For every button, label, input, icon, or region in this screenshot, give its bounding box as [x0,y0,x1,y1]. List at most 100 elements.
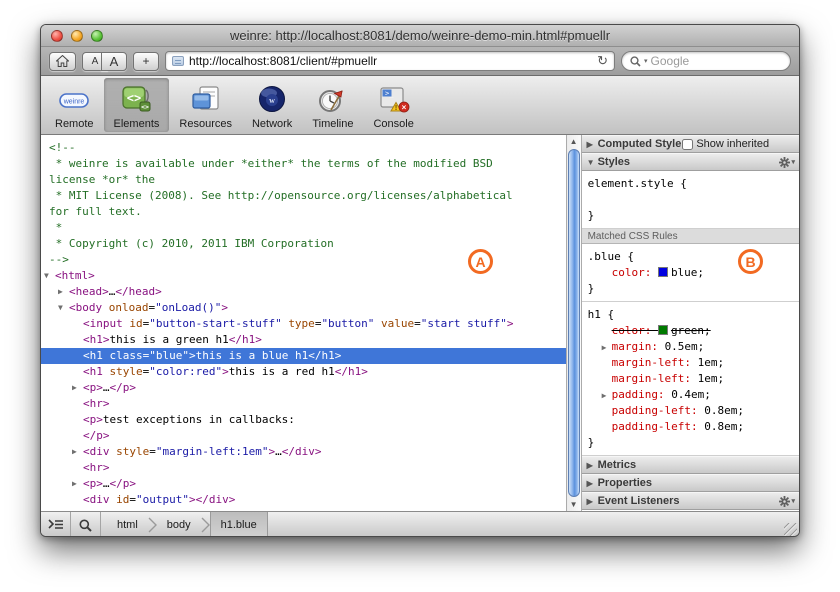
property-disclosure-icon[interactable]: ▶ [602,388,612,404]
scrollbar-thumb[interactable] [568,149,580,497]
tree-node[interactable]: <h1>this is a green h1</h1> [41,332,566,348]
color-swatch[interactable] [658,325,668,335]
scroll-up-icon[interactable]: ▲ [567,137,581,146]
node-text: "start stuff" [421,317,507,330]
collapsed-disclosure-icon[interactable]: ▶ [587,140,598,149]
css-property[interactable]: padding-left: 0.8em; [588,419,795,435]
section-computed-style[interactable]: ▶ Computed Style Show inherited [582,135,799,153]
tree-node[interactable]: ▼<body onload="onLoad()"> [41,300,566,316]
rule-empty-line[interactable] [588,192,795,208]
collapsed-disclosure-icon[interactable]: ▶ [587,479,598,488]
expanded-disclosure-icon[interactable]: ▼ [587,158,598,167]
rule-selector[interactable]: element.style { [588,176,795,192]
disclosure-right-icon[interactable]: ▶ [72,476,83,492]
toolbar-item-elements[interactable]: <> <> Elements [104,78,170,132]
inspect-element-button[interactable] [71,512,101,537]
breadcrumb-body[interactable]: body [157,512,201,537]
css-property[interactable]: color: blue; [588,265,795,281]
tree-scrollbar[interactable]: ▲ ▼ [566,135,582,511]
node-text: = [149,445,156,458]
reload-icon[interactable]: ↻ [597,53,608,69]
minimize-window-button[interactable] [71,30,83,42]
styles-gear-menu[interactable]: ▾ [779,157,795,168]
toolbar-item-network[interactable]: w Network [242,78,302,132]
element-style-rule[interactable]: element.style { } [582,171,799,229]
tree-comment-line[interactable]: * MIT License (2008). See http://opensou… [41,188,566,204]
tree-comment-line[interactable]: * [41,220,566,236]
property-text: padding-left: 0.8em; [612,420,744,433]
tree-node[interactable]: ▶<p>…</p> [41,476,566,492]
section-label: Computed Style [598,138,682,150]
scroll-down-icon[interactable]: ▼ [567,500,581,509]
disclosure-down-icon[interactable]: ▼ [58,300,69,316]
titlebar[interactable]: weinre: http://localhost:8081/demo/weinr… [41,25,799,47]
tree-comment-line[interactable]: <!-- [41,140,566,156]
rule-selector[interactable]: .blue { [588,249,795,265]
breadcrumb-h1-blue[interactable]: h1.blue [210,512,268,537]
tree-comment-line[interactable]: for full text. [41,204,566,220]
css-property[interactable]: padding-left: 0.8em; [588,403,795,419]
css-property[interactable]: margin-left: 1em; [588,371,795,387]
tree-node[interactable]: <p>test exceptions in callbacks: [41,412,566,428]
event-listeners-gear-menu[interactable]: ▾ [779,496,795,507]
color-swatch[interactable] [658,267,668,277]
browser-window: weinre: http://localhost:8081/demo/weinr… [40,24,800,537]
collapsed-disclosure-icon[interactable]: ▶ [587,497,598,506]
rule-selector[interactable]: h1 { [588,307,795,323]
console-icon: >_ ! × [378,84,410,116]
property-text: margin: 0.5em; [612,340,705,353]
close-window-button[interactable] [51,30,63,42]
toolbar-item-resources[interactable]: Resources [169,78,242,132]
tree-comment-line[interactable]: * weinre is available under *either* the… [41,156,566,172]
dom-tree: <!-- * weinre is available under *either… [41,135,566,511]
address-bar[interactable]: http://localhost:8081/client/#pmuellr ↻ [165,51,615,71]
tree-comment-line[interactable]: * Copyright (c) 2010, 2011 IBM Corporati… [41,236,566,252]
css-rule[interactable]: h1 {color: green;▶margin: 0.5em;margin-l… [582,302,799,456]
tree-node[interactable]: ▶<div style="margin-left:1em">…</div> [41,444,566,460]
resize-grip[interactable] [784,523,797,536]
css-property[interactable]: color: green; [588,323,795,339]
toolbar-item-timeline[interactable]: Timeline [302,78,363,132]
home-button[interactable] [49,52,76,71]
address-bar-url[interactable]: http://localhost:8081/client/#pmuellr [189,54,592,68]
tree-comment-line[interactable]: license *or* the [41,172,566,188]
property-disclosure-icon[interactable]: ▶ [602,340,612,356]
tree-node[interactable]: <h1 class="blue">this is a blue h1</h1> [41,348,566,364]
property-text: color: blue; [612,266,704,279]
show-inherited-checkbox[interactable] [682,139,693,150]
disclosure-down-icon[interactable]: ▼ [44,268,55,284]
disclosure-right-icon[interactable]: ▶ [58,284,69,300]
css-property[interactable]: margin-left: 1em; [588,355,795,371]
css-property[interactable]: ▶margin: 0.5em; [588,339,795,355]
disclosure-right-icon[interactable]: ▶ [72,444,83,460]
tree-node[interactable]: <hr> [41,460,566,476]
css-rule[interactable]: .blue {color: blue;} [582,244,799,302]
section-event-listeners[interactable]: ▶ Event Listeners ▾ [582,492,799,510]
collapsed-disclosure-icon[interactable]: ▶ [587,461,598,470]
toolbar-item-remote[interactable]: weinre Remote [45,78,104,132]
disclosure-right-icon[interactable]: ▶ [72,380,83,396]
zoom-window-button[interactable] [91,30,103,42]
node-text: id [129,317,142,330]
node-text: "blue" [149,349,189,362]
tree-node[interactable]: ▶<head>…</head> [41,284,566,300]
tree-node[interactable]: <h1 style="color:red">this is a red h1</… [41,364,566,380]
tree-node[interactable]: </p> [41,428,566,444]
tree-node[interactable]: ▶<p>…</p> [41,380,566,396]
increase-font-button[interactable]: A [101,52,127,71]
section-metrics[interactable]: ▶ Metrics [582,456,799,474]
new-tab-button[interactable]: + [133,52,159,71]
breadcrumb-html[interactable]: html [107,512,148,537]
toolbar-item-console[interactable]: >_ ! × Console [363,78,423,132]
toggle-console-button[interactable] [41,512,71,537]
css-property[interactable]: ▶padding: 0.4em; [588,387,795,403]
tree-node[interactable]: <div id="output"></div> [41,492,566,508]
section-styles[interactable]: ▼ Styles ▾ [582,153,799,171]
window-title: weinre: http://localhost:8081/demo/weinr… [230,28,610,43]
section-label: Event Listeners [598,495,680,507]
search-input[interactable]: ▾ Google [621,51,791,71]
section-properties[interactable]: ▶ Properties [582,474,799,492]
search-engine-dropdown-icon[interactable]: ▾ [644,57,648,65]
tree-node[interactable]: <input id="button-start-stuff" type="but… [41,316,566,332]
tree-node[interactable]: <hr> [41,396,566,412]
